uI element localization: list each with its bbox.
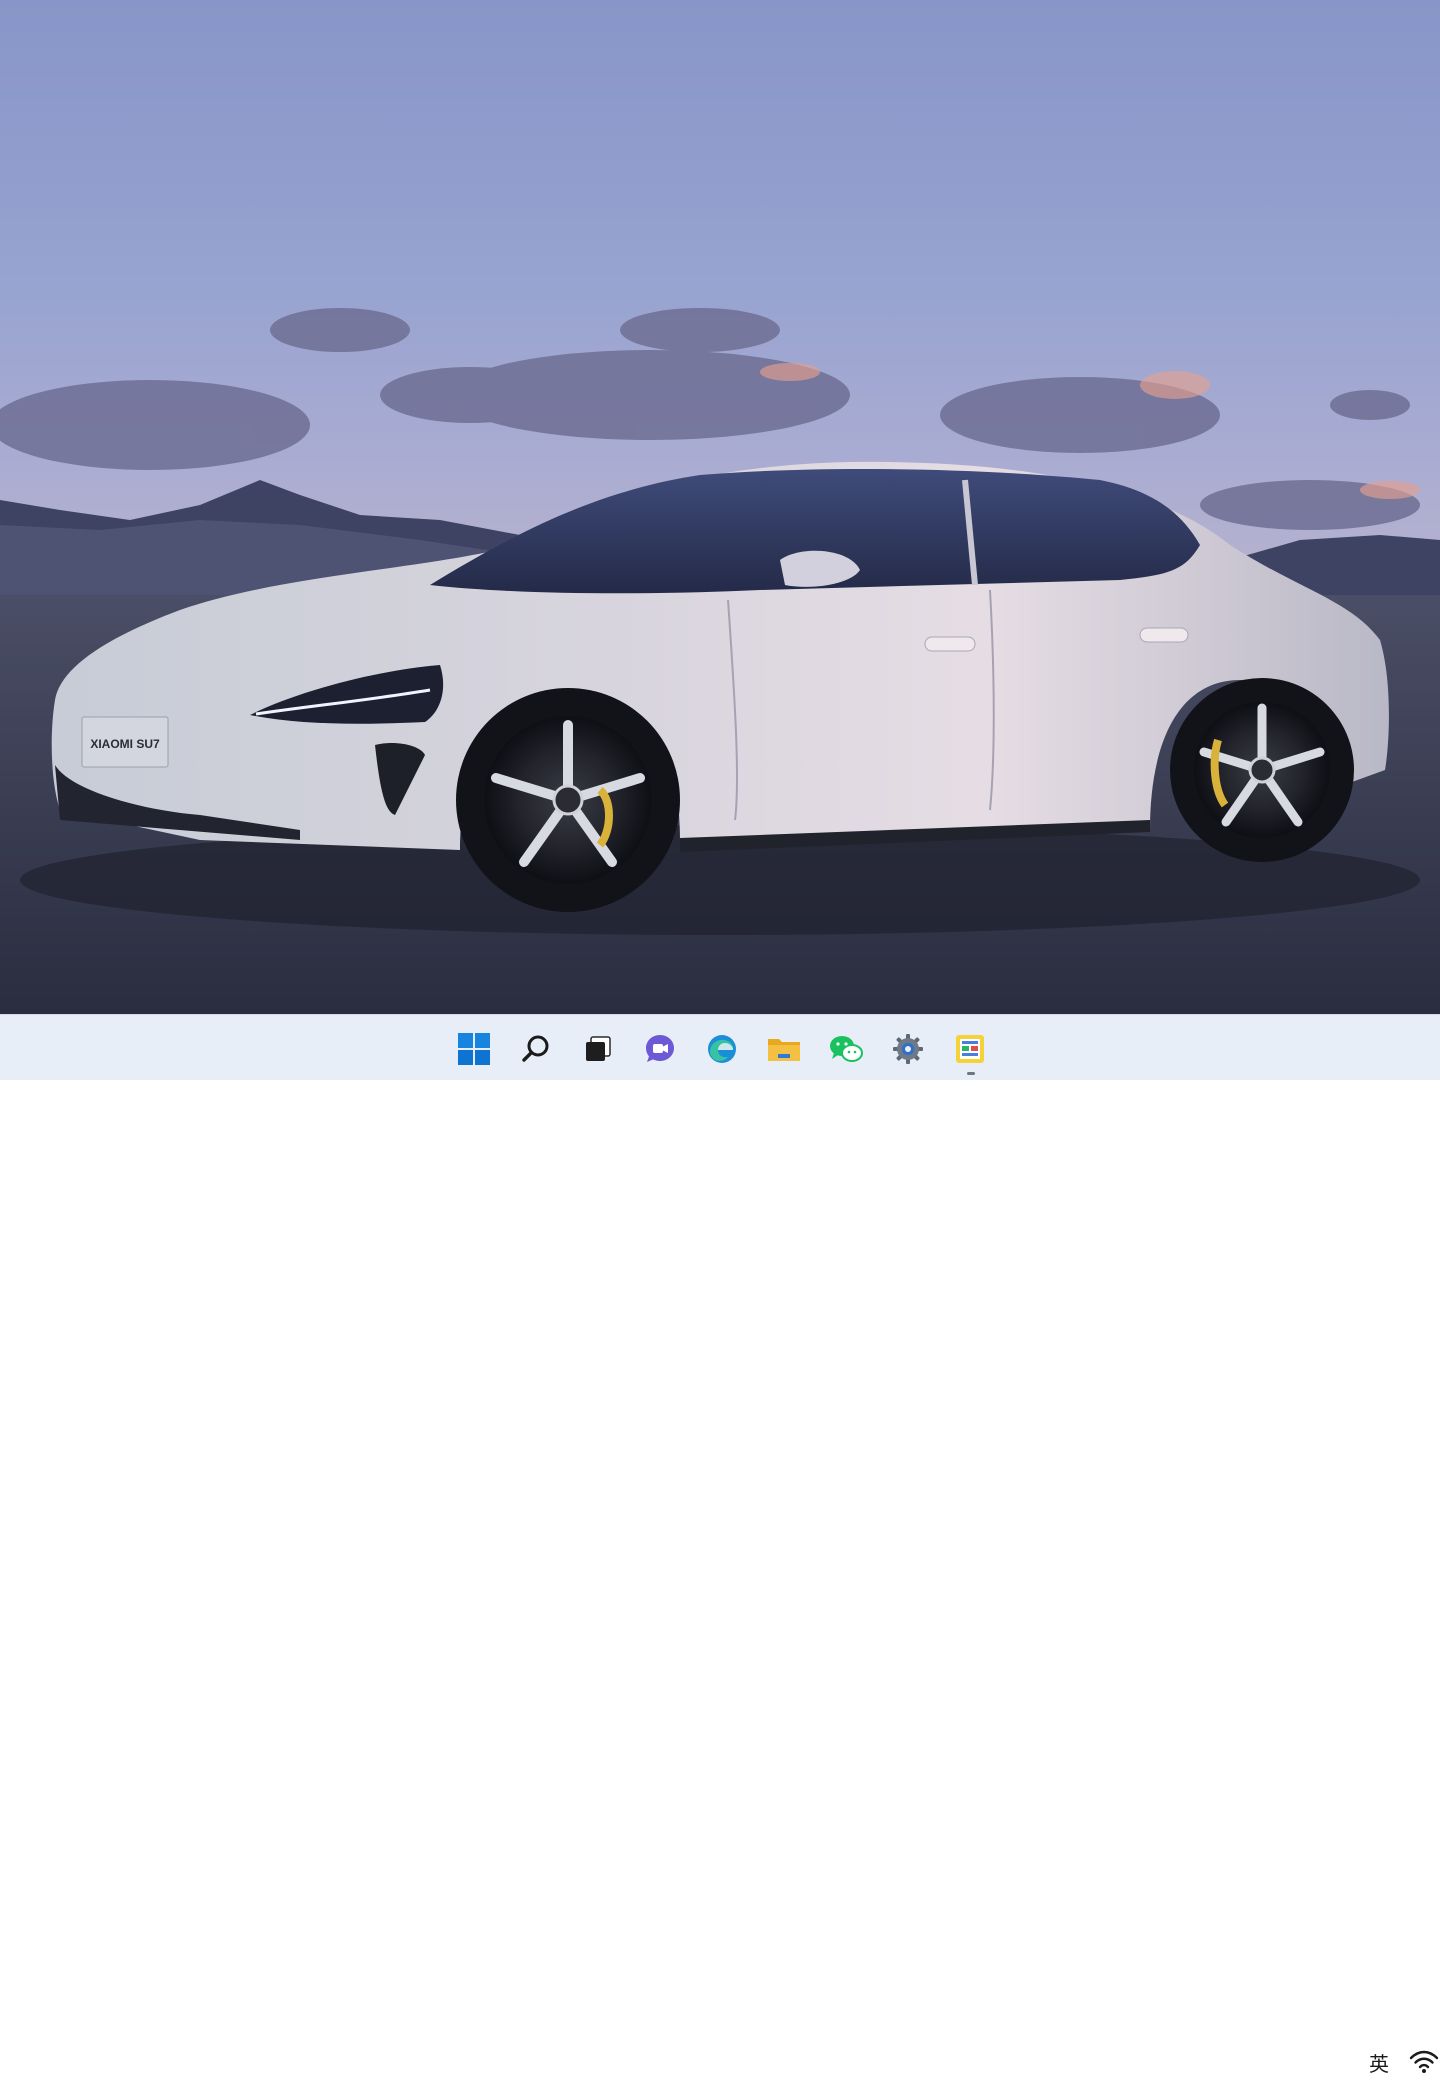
chat-camera-icon	[646, 1035, 674, 1062]
edge-button[interactable]	[700, 1027, 744, 1071]
task-view-icon	[586, 1036, 611, 1061]
wallpaper-image: XIAOMI SU7	[0, 308, 1440, 1014]
settings-button[interactable]	[886, 1027, 930, 1071]
folder-icon	[768, 1039, 800, 1061]
chat-button[interactable]	[638, 1027, 682, 1071]
gear-icon	[893, 1034, 923, 1064]
active-indicator	[967, 1072, 975, 1075]
desktop-wallpaper: XIAOMI SU7	[0, 0, 1440, 1014]
start-button[interactable]	[452, 1027, 496, 1071]
input-method-indicator[interactable]: 英	[1362, 2039, 1396, 2085]
front-wheel	[456, 688, 680, 912]
windows-logo-icon	[458, 1033, 490, 1065]
wechat-button[interactable]	[824, 1027, 868, 1071]
taskbar: 英	[0, 1014, 1440, 2076]
edge-browser-icon	[708, 1035, 736, 1063]
task-view-button[interactable]	[576, 1027, 620, 1071]
image-viewer-icon	[956, 1035, 984, 1063]
search-button[interactable]	[514, 1027, 558, 1071]
file-explorer-button[interactable]	[762, 1027, 806, 1071]
plate-text: XIAOMI SU7	[90, 737, 160, 751]
license-plate: XIAOMI SU7	[81, 716, 169, 768]
search-icon	[522, 1035, 549, 1062]
image-viewer-button[interactable]	[948, 1027, 992, 1075]
wechat-icon	[830, 1036, 863, 1062]
wifi-icon[interactable]	[1408, 2047, 1440, 2077]
rear-wheel	[1170, 678, 1354, 862]
